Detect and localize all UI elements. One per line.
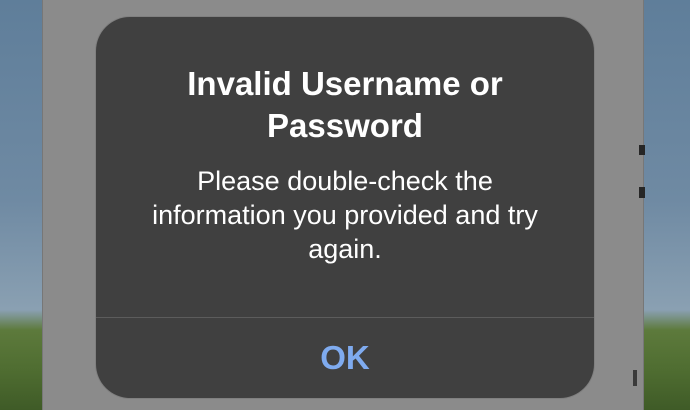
alert-title: Invalid Username or Password [187,65,503,144]
screen: Invalid Username or Password Please doub… [0,0,690,410]
alert-message: Please double-check the information you … [152,166,538,264]
background-text-fragment [633,370,637,386]
background-text-fragment [639,145,645,155]
ok-button[interactable]: OK [96,318,594,398]
background-text-fragment [639,187,645,198]
alert-dialog: Invalid Username or Password Please doub… [96,17,594,398]
